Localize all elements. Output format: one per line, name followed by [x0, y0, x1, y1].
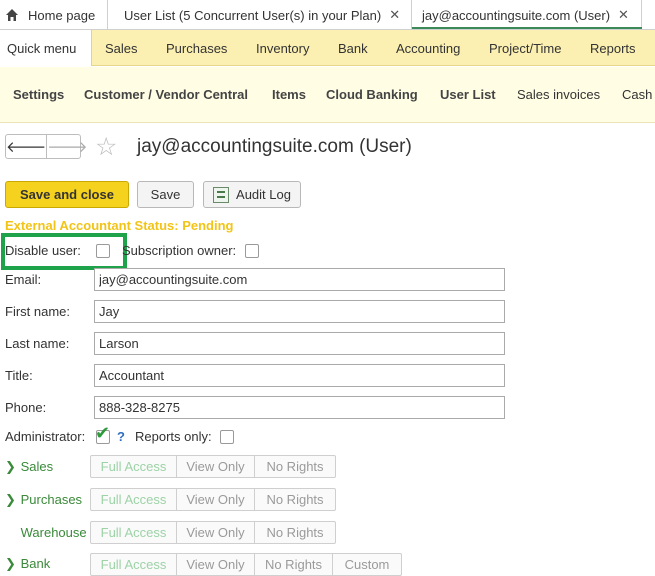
- permission-label: Warehouse: [20, 525, 87, 540]
- section-sales-invoices[interactable]: Sales invoices: [517, 87, 600, 102]
- chevron-right-icon: ❯: [5, 492, 16, 507]
- save-and-close-button[interactable]: Save and close: [5, 181, 129, 208]
- option-no-rights[interactable]: No Rights: [255, 554, 333, 575]
- menu-quick-menu[interactable]: Quick menu: [0, 30, 92, 66]
- home-icon: [6, 9, 18, 21]
- section-purchases-toggle[interactable]: ❯ Purchases: [5, 492, 82, 508]
- star-icon[interactable]: ☆: [95, 133, 117, 161]
- option-full-access[interactable]: Full Access: [91, 522, 177, 543]
- audit-log-icon: [213, 186, 230, 203]
- title-field[interactable]: [94, 364, 505, 387]
- option-full-access[interactable]: Full Access: [91, 554, 177, 575]
- page-title: jay@accountingsuite.com (User): [137, 136, 412, 157]
- section-user-list[interactable]: User List: [440, 87, 496, 102]
- tab-user-list[interactable]: User List (5 Concurrent User(s) in your …: [108, 0, 412, 30]
- save-button[interactable]: Save: [137, 181, 194, 208]
- status-text: External Accountant Status: Pending: [5, 218, 234, 233]
- option-no-rights[interactable]: No Rights: [255, 456, 335, 477]
- audit-log-button[interactable]: Audit Log: [203, 181, 301, 208]
- option-view-only[interactable]: View Only: [177, 489, 255, 510]
- option-no-rights[interactable]: No Rights: [255, 489, 335, 510]
- option-full-access[interactable]: Full Access: [91, 489, 177, 510]
- chevron-right-icon: ❯: [5, 556, 16, 571]
- email-field[interactable]: [94, 268, 505, 291]
- tab-user-detail[interactable]: jay@accountingsuite.com (User) ✕: [412, 0, 642, 30]
- section-cash[interactable]: Cash: [622, 87, 652, 102]
- permission-label: Sales: [20, 459, 54, 474]
- subscription-owner-checkbox[interactable]: [245, 244, 259, 258]
- sales-permission-selector: Full Access View Only No Rights: [90, 455, 336, 478]
- tab-label: User List (5 Concurrent User(s) in your …: [124, 7, 382, 23]
- subscription-owner-label: Subscription owner:: [122, 243, 237, 258]
- option-no-rights[interactable]: No Rights: [255, 522, 335, 543]
- tab-label: Home page: [28, 7, 96, 23]
- close-icon[interactable]: ✕: [618, 7, 629, 23]
- tab-label: jay@accountingsuite.com (User): [422, 7, 611, 23]
- checkmark-icon: ✔: [95, 423, 111, 443]
- section-warehouse-toggle[interactable]: Warehouse: [5, 525, 87, 540]
- highlight-box: [1, 233, 127, 270]
- title-label: Title:: [5, 368, 33, 383]
- section-settings[interactable]: Settings: [13, 87, 64, 102]
- back-arrow-icon[interactable]: 🡐: [6, 135, 46, 158]
- menu-bank[interactable]: Bank: [338, 30, 368, 66]
- chevron-right-icon: ❯: [5, 459, 16, 474]
- menu-purchases[interactable]: Purchases: [166, 30, 227, 66]
- option-full-access[interactable]: Full Access: [91, 456, 177, 477]
- forward-arrow-icon[interactable]: 🡒: [46, 135, 87, 158]
- tab-bar: Home page User List (5 Concurrent User(s…: [0, 0, 655, 30]
- first-name-field[interactable]: [94, 300, 505, 323]
- permission-label: Bank: [20, 556, 51, 571]
- email-label: Email:: [5, 272, 42, 287]
- reports-only-checkbox[interactable]: [220, 430, 234, 444]
- section-cloud-banking[interactable]: Cloud Banking: [326, 87, 418, 102]
- help-icon[interactable]: ?: [117, 429, 125, 444]
- section-items[interactable]: Items: [272, 87, 306, 102]
- purchases-permission-selector: Full Access View Only No Rights: [90, 488, 336, 511]
- first-name-label: First name:: [5, 304, 71, 319]
- bank-permission-selector: Full Access View Only No Rights Custom: [90, 553, 402, 576]
- history-nav: 🡐 🡒: [5, 134, 87, 159]
- option-view-only[interactable]: View Only: [177, 522, 255, 543]
- menu-reports[interactable]: Reports: [590, 30, 636, 66]
- option-view-only[interactable]: View Only: [177, 456, 255, 477]
- section-bank-toggle[interactable]: ❯ Bank: [5, 556, 50, 572]
- administrator-label: Administrator:: [5, 429, 86, 444]
- phone-field[interactable]: [94, 396, 505, 419]
- close-icon[interactable]: ✕: [389, 7, 400, 23]
- menu-sales[interactable]: Sales: [105, 30, 138, 66]
- menu-project-time[interactable]: Project/Time: [489, 30, 561, 66]
- warehouse-permission-selector: Full Access View Only No Rights: [90, 521, 336, 544]
- option-custom[interactable]: Custom: [333, 554, 401, 575]
- section-customer-vendor-central[interactable]: Customer / Vendor Central: [84, 87, 248, 102]
- last-name-label: Last name:: [5, 336, 70, 351]
- menu-accounting[interactable]: Accounting: [396, 30, 460, 66]
- permission-label: Purchases: [20, 492, 83, 507]
- section-sales-toggle[interactable]: ❯ Sales: [5, 459, 53, 475]
- menu-inventory[interactable]: Inventory: [256, 30, 309, 66]
- tab-home[interactable]: Home page: [0, 0, 108, 30]
- main-menu: Quick menu Sales Purchases Inventory Ban…: [0, 30, 655, 66]
- audit-log-label: Audit Log: [236, 187, 291, 202]
- section-bar: Settings Customer / Vendor Central Items…: [0, 67, 655, 123]
- option-view-only[interactable]: View Only: [177, 554, 255, 575]
- last-name-field[interactable]: [94, 332, 505, 355]
- reports-only-label: Reports only:: [135, 429, 212, 444]
- phone-label: Phone:: [5, 400, 47, 415]
